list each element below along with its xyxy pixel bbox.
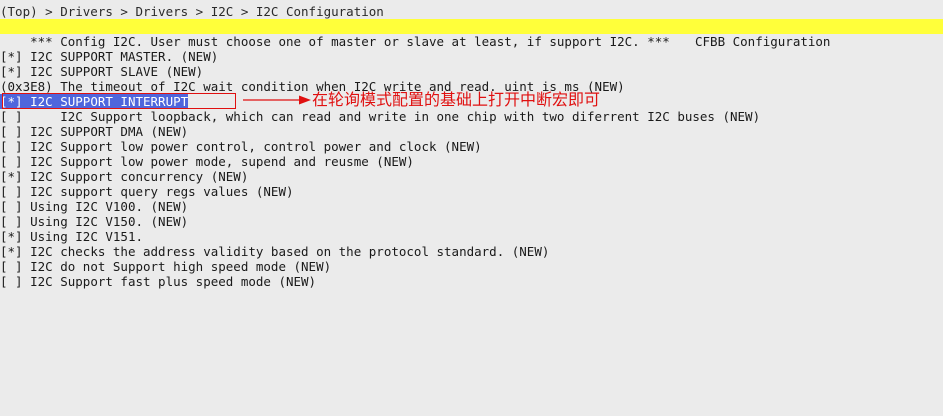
checkbox[interactable]: [*] (0, 49, 30, 64)
annotation-highlight-box (2, 93, 236, 109)
menu-item-label: I2C Support loopback, which can read and… (60, 109, 761, 124)
value-field[interactable]: (0x3E8) (0, 79, 60, 94)
menu-comment-item: *** Config I2C. User must choose one of … (30, 34, 670, 49)
checkbox[interactable]: [ ] (0, 259, 30, 274)
menu-item-concurrency[interactable]: [*] I2C Support concurrency (NEW) (0, 169, 943, 184)
menu-item-label: I2C checks the address validity based on… (30, 244, 550, 259)
checkbox[interactable]: [*] (0, 169, 30, 184)
checkbox[interactable]: [ ] (0, 274, 30, 289)
menu-item-low-power-mode[interactable]: [ ] I2C Support low power mode, supend a… (0, 154, 943, 169)
breadcrumb: (Top) > Drivers > Drivers > I2C > I2C Co… (0, 4, 384, 19)
menu-item-high-speed[interactable]: [ ] I2C do not Support high speed mode (… (0, 259, 943, 274)
menu-item-label: I2C do not Support high speed mode (NEW) (30, 259, 332, 274)
annotation-arrow-icon (243, 95, 311, 105)
checkbox[interactable]: [ ] (0, 109, 60, 124)
annotation-note: 在轮询模式配置的基础上打开中断宏即可 (312, 90, 601, 109)
menu-item-v150[interactable]: [ ] Using I2C V150. (NEW) (0, 214, 943, 229)
checkbox[interactable]: [*] (0, 64, 30, 79)
menu-item-v100[interactable]: [ ] Using I2C V100. (NEW) (0, 199, 943, 214)
menu-item-label: I2C SUPPORT MASTER. (NEW) (30, 49, 219, 64)
checkbox[interactable]: [ ] (0, 139, 30, 154)
menu-item-fast-plus[interactable]: [ ] I2C Support fast plus speed mode (NE… (0, 274, 943, 289)
menu-item-label: I2C SUPPORT SLAVE (NEW) (30, 64, 204, 79)
checkbox[interactable]: [ ] (0, 154, 30, 169)
menu-item-label: I2C Support low power mode, supend and r… (30, 154, 414, 169)
checkbox[interactable]: [ ] (0, 184, 30, 199)
menu-item-label: I2C support query regs values (NEW) (30, 184, 294, 199)
menu-item-label: I2C Support low power control, control p… (30, 139, 482, 154)
title-bar: CFBB Configuration (0, 19, 943, 49)
menu-item-label: Using I2C V100. (NEW) (30, 199, 189, 214)
menu-item-v151[interactable]: [*] Using I2C V151. (0, 229, 943, 244)
checkbox[interactable]: [*] (0, 229, 30, 244)
checkbox[interactable]: [*] (0, 244, 30, 259)
menu-item-master[interactable]: [*] I2C SUPPORT MASTER. (NEW) (0, 49, 943, 64)
menu-item-low-power-control[interactable]: [ ] I2C Support low power control, contr… (0, 139, 943, 154)
menu-item-dma[interactable]: [ ] I2C SUPPORT DMA (NEW) (0, 124, 943, 139)
menu-item-loopback[interactable]: [ ] I2C Support loopback, which can read… (0, 109, 943, 124)
menu-item-label: I2C Support concurrency (NEW) (30, 169, 249, 184)
menu-item-address-validity[interactable]: [*] I2C checks the address validity base… (0, 244, 943, 259)
menu-item-label: Using I2C V150. (NEW) (30, 214, 189, 229)
menu-item-label: Using I2C V151. (30, 229, 143, 244)
menu-item-label: I2C SUPPORT DMA (NEW) (30, 124, 189, 139)
config-menu-list: *** Config I2C. User must choose one of … (0, 34, 943, 289)
menu-item-label: I2C Support fast plus speed mode (NEW) (30, 274, 317, 289)
menu-item-slave[interactable]: [*] I2C SUPPORT SLAVE (NEW) (0, 64, 943, 79)
checkbox[interactable]: [ ] (0, 199, 30, 214)
checkbox[interactable]: [ ] (0, 124, 30, 139)
menu-item-query-regs[interactable]: [ ] I2C support query regs values (NEW) (0, 184, 943, 199)
checkbox[interactable]: [ ] (0, 214, 30, 229)
